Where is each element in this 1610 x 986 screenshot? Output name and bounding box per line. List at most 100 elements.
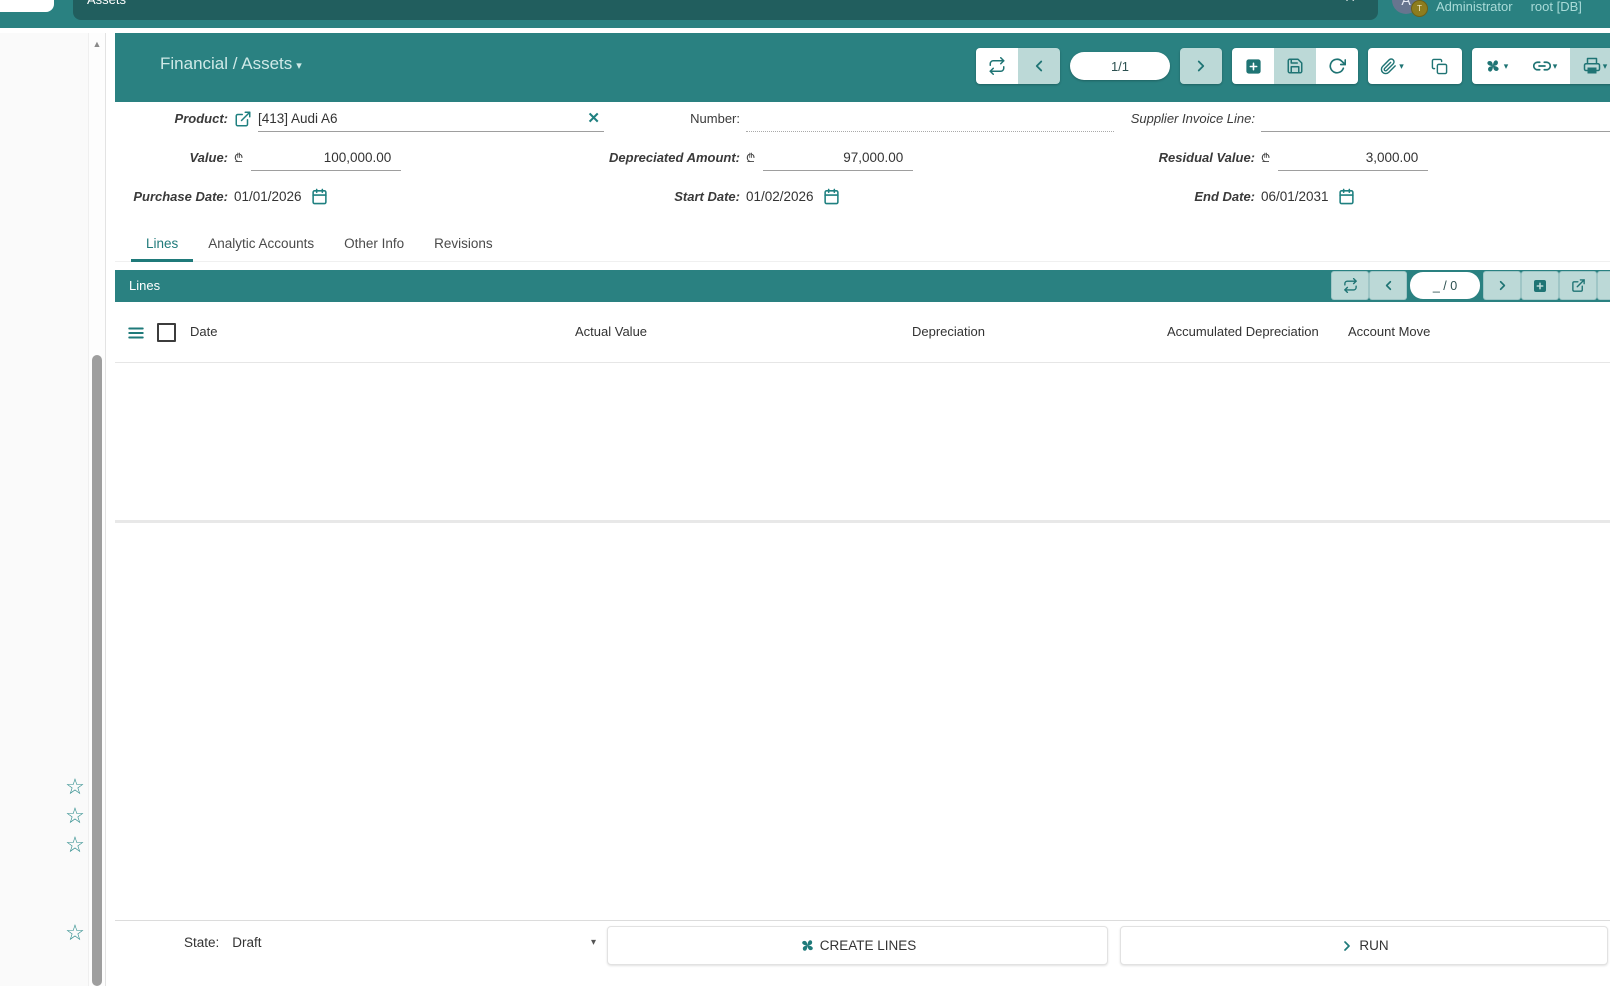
value-amount: 100,000.00 <box>251 150 391 165</box>
lines-pager[interactable]: _ / 0 <box>1410 272 1480 299</box>
currency-lari-icon: ₾ <box>746 149 755 166</box>
favorite-star-icon[interactable]: ☆ <box>63 921 87 945</box>
chevron-left-icon <box>1030 57 1048 75</box>
action-fan-icon <box>799 937 816 954</box>
notebook-tabs: Lines Analytic Accounts Other Info Revis… <box>115 228 1610 262</box>
tab-revisions[interactable]: Revisions <box>419 228 508 262</box>
page-title[interactable]: Financial / Assets▾ <box>160 54 302 74</box>
create-lines-label: CREATE LINES <box>820 938 917 953</box>
supplier-invoice-line-field[interactable] <box>1255 105 1610 132</box>
switch-view-button[interactable] <box>976 48 1018 84</box>
calendar-icon[interactable] <box>823 188 840 205</box>
end-date-field[interactable]: 06/01/2031 <box>1255 188 1610 205</box>
chevron-right-icon <box>1339 938 1355 954</box>
start-date-field[interactable]: 01/02/2026 <box>740 188 1130 205</box>
save-button[interactable] <box>1274 48 1316 84</box>
tab-other-info[interactable]: Other Info <box>329 228 419 262</box>
end-date-label: End Date: <box>1130 189 1255 204</box>
scroll-up-arrow-icon[interactable]: ▲ <box>89 39 105 49</box>
currency-lari-icon: ₾ <box>234 149 243 166</box>
scrollbar-thumb[interactable] <box>92 355 102 986</box>
actions-button[interactable]: ▾ <box>1472 48 1520 84</box>
user-menu[interactable]: A T Administrator root [DB] <box>1392 0 1582 14</box>
record-pager[interactable]: 1/1 <box>1070 52 1170 80</box>
lines-table-header: Date Actual Value Depreciation Accumulat… <box>115 302 1610 363</box>
column-header-depreciation[interactable]: Depreciation <box>912 324 985 339</box>
attachments-button[interactable]: ▾ <box>1368 48 1416 84</box>
print-button[interactable]: ▾ <box>1570 48 1610 84</box>
column-header-date[interactable]: Date <box>190 324 217 339</box>
favorite-star-icon[interactable]: ☆ <box>63 775 87 799</box>
menu-icon[interactable] <box>127 325 145 341</box>
page-title-text: Financial / Assets <box>160 54 292 73</box>
window-tab-stub[interactable] <box>0 0 54 12</box>
end-date-value[interactable]: 06/01/2031 <box>1261 189 1329 204</box>
residual-value-input[interactable]: 3,000.00 <box>1278 144 1428 171</box>
form-header: Financial / Assets▾ 1/1 <box>115 33 1610 102</box>
lines-open-button[interactable] <box>1560 272 1596 299</box>
lines-next-button[interactable] <box>1484 272 1520 299</box>
lines-toolbar: _ / 0 <box>1332 272 1610 299</box>
open-record-icon[interactable] <box>234 110 252 128</box>
open-record-icon <box>1571 278 1586 293</box>
avatar-letter: A <box>1401 0 1410 8</box>
select-all-checkbox[interactable] <box>157 323 176 342</box>
top-bar: Assets ✕ A T Administrator root [DB] <box>0 0 1610 28</box>
save-icon <box>1286 57 1304 75</box>
favorite-star-icon[interactable]: ☆ <box>63 833 87 857</box>
link-icon <box>1533 57 1551 75</box>
tab-lines[interactable]: Lines <box>131 228 193 262</box>
lines-panel-title: Lines <box>129 278 160 293</box>
state-value: Draft <box>232 935 591 950</box>
column-header-account-move[interactable]: Account Move <box>1348 324 1430 339</box>
start-date-value[interactable]: 01/02/2026 <box>746 189 814 204</box>
value-input[interactable]: 100,000.00 <box>251 144 401 171</box>
switch-view-icon <box>1343 278 1358 293</box>
copy-icon <box>1431 58 1448 75</box>
start-date-label: Start Date: <box>608 189 740 204</box>
purchase-date-field[interactable]: 01/01/2026 <box>228 188 608 205</box>
depreciated-amount-label: Depreciated Amount: <box>608 150 740 165</box>
residual-value-field[interactable]: ₾ 3,000.00 <box>1255 144 1610 171</box>
lines-switch-view-button[interactable] <box>1332 272 1368 299</box>
depreciated-amount-field[interactable]: ₾ 97,000.00 <box>740 144 1130 171</box>
product-field[interactable]: [413] Audi A6 ✕ <box>228 105 608 132</box>
column-header-accumulated-depreciation[interactable]: Accumulated Depreciation <box>1167 324 1319 339</box>
refresh-button[interactable] <box>1316 48 1358 84</box>
create-lines-button[interactable]: CREATE LINES <box>607 926 1108 965</box>
calendar-icon[interactable] <box>311 188 328 205</box>
new-record-button[interactable] <box>1232 48 1274 84</box>
lines-add-button[interactable] <box>1522 272 1558 299</box>
purchase-date-value[interactable]: 01/01/2026 <box>234 189 302 204</box>
plus-square-icon <box>1532 278 1548 294</box>
duplicate-button[interactable] <box>1416 48 1462 84</box>
calendar-icon[interactable] <box>1338 188 1355 205</box>
value-field[interactable]: ₾ 100,000.00 <box>228 144 608 171</box>
avatar-badge: T <box>1411 0 1428 17</box>
tab-assets[interactable]: Assets ✕ <box>73 0 1378 20</box>
sidebar-scrollbar[interactable]: ▲ <box>88 33 105 986</box>
relate-button[interactable]: ▾ <box>1520 48 1570 84</box>
run-button[interactable]: RUN <box>1120 926 1608 965</box>
lines-delete-button[interactable] <box>1598 272 1610 299</box>
tab-analytic-accounts[interactable]: Analytic Accounts <box>193 228 329 262</box>
column-header-actual-value[interactable]: Actual Value <box>575 324 647 339</box>
residual-value-amount: 3,000.00 <box>1278 150 1418 165</box>
purchase-date-label: Purchase Date: <box>115 189 228 204</box>
app-window: Assets ✕ A T Administrator root [DB] ☆ ☆… <box>0 0 1610 986</box>
previous-record-button[interactable] <box>1018 48 1060 84</box>
favorite-star-icon[interactable]: ☆ <box>63 804 87 828</box>
state-selector[interactable]: State: Draft ▾ <box>184 935 596 950</box>
lines-previous-button[interactable] <box>1370 272 1406 299</box>
footer-bar: State: Draft ▾ CREATE LINES RUN <box>115 920 1610 986</box>
residual-value-label: Residual Value: <box>1130 150 1255 165</box>
clear-icon[interactable]: ✕ <box>587 109 600 127</box>
sidebar: ☆ ☆ ☆ ☆ ▲ <box>0 33 106 986</box>
chevron-left-icon <box>1381 278 1396 293</box>
depreciated-amount-input[interactable]: 97,000.00 <box>763 144 913 171</box>
product-value[interactable]: [413] Audi A6 <box>258 111 338 126</box>
close-icon[interactable]: ✕ <box>1344 0 1356 6</box>
lines-table-body <box>115 363 1610 523</box>
next-record-button[interactable] <box>1180 48 1222 84</box>
avatar[interactable]: A T <box>1392 0 1420 14</box>
